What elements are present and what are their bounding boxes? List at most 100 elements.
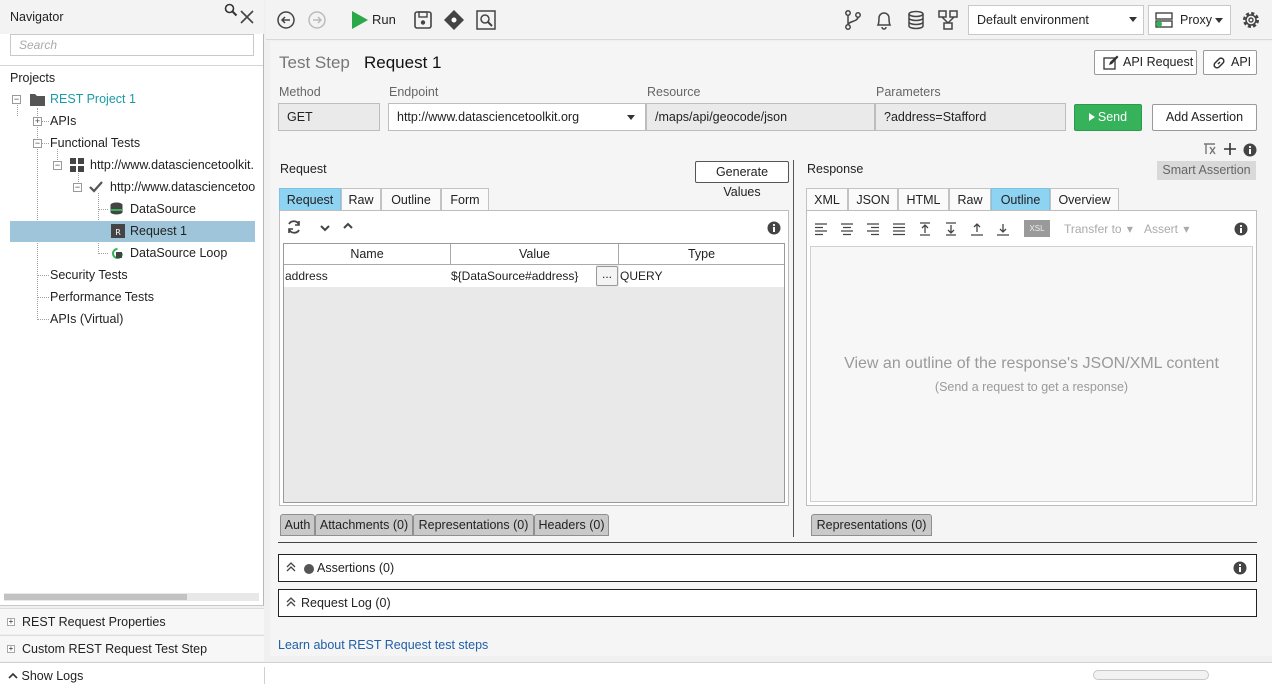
tab-request[interactable]: Request (279, 188, 341, 211)
param-name-cell[interactable]: address (284, 265, 451, 287)
param-value-ellipsis-button[interactable]: ... (596, 266, 618, 286)
param-type-cell[interactable]: QUERY (619, 265, 784, 287)
learn-more-link[interactable]: Learn about REST Request test steps (278, 638, 488, 652)
collapse-toggle[interactable]: − (73, 183, 82, 192)
bell-icon[interactable] (873, 9, 895, 31)
tab-outline[interactable]: Outline (381, 188, 441, 211)
tab-form[interactable]: Form (441, 188, 489, 211)
info-icon[interactable] (1243, 143, 1257, 157)
run-button-label[interactable]: Run (372, 12, 396, 27)
proxy-button[interactable]: Proxy (1148, 5, 1231, 35)
assert-dropdown[interactable]: Assert ▾ (1144, 222, 1189, 236)
navigator-search[interactable] (10, 34, 254, 56)
expand-icon[interactable] (286, 555, 296, 581)
expand-all-icon[interactable] (917, 221, 933, 237)
tree-item-test-suite[interactable]: − http://www.datasciencetoolkit. (50, 155, 260, 176)
refresh-icon[interactable] (286, 219, 302, 235)
tab-auth[interactable]: Auth (280, 514, 315, 536)
tree-item-apis-virtual[interactable]: APIs (Virtual) (50, 309, 250, 330)
chevron-up-icon[interactable] (342, 221, 354, 231)
assertions-panel[interactable]: Assertions (0) (278, 554, 1257, 582)
align-center-icon[interactable] (839, 221, 855, 237)
param-value-cell[interactable]: ${DataSource#address} (451, 265, 596, 287)
move-down-icon[interactable] (995, 221, 1011, 237)
justify-icon[interactable] (891, 221, 907, 237)
tab-raw[interactable]: Raw (341, 188, 381, 211)
smart-assertion-button[interactable]: Smart Assertion (1157, 161, 1256, 180)
tab-representations[interactable]: Representations (0) (413, 514, 534, 536)
add-assertion-button[interactable]: Add Assertion (1152, 104, 1257, 131)
plus-icon[interactable] (1224, 143, 1236, 155)
align-left-icon[interactable] (813, 221, 829, 237)
collapse-toggle[interactable]: − (12, 95, 21, 104)
tab-headers[interactable]: Headers (0) (534, 514, 609, 536)
environment-select[interactable]: Default environment (968, 5, 1144, 35)
save-icon[interactable] (412, 9, 434, 31)
branch-icon[interactable] (842, 9, 864, 31)
close-icon[interactable] (238, 8, 256, 26)
collapse-all-icon[interactable] (943, 221, 959, 237)
back-icon[interactable] (275, 9, 297, 31)
tree-item-security-tests[interactable]: Security Tests (50, 265, 250, 286)
tree-item-datasource-loop[interactable]: DataSource Loop (110, 243, 255, 264)
assertion-tool-icon[interactable] (1203, 143, 1216, 155)
info-icon[interactable] (1234, 222, 1248, 236)
tree-item-request-1[interactable]: R Request 1 (10, 221, 255, 242)
chevron-down-icon[interactable] (627, 115, 635, 120)
parameters-field[interactable]: ?address=Stafford (875, 103, 1066, 131)
tab-raw[interactable]: Raw (949, 188, 991, 211)
tree-item-datasource[interactable]: DataSource (110, 199, 255, 220)
move-up-icon[interactable] (969, 221, 985, 237)
tree-item-functional-tests[interactable]: − Functional Tests (30, 133, 250, 154)
endpoint-field[interactable]: http://www.datasciencetoolkit.org (388, 103, 646, 131)
tree-item-test-case[interactable]: − http://www.datasciencetoo (70, 177, 260, 198)
network-icon[interactable] (937, 9, 959, 31)
splitter[interactable] (793, 160, 794, 537)
tab-outline[interactable]: Outline (991, 188, 1050, 211)
gear-icon[interactable] (1240, 9, 1262, 31)
align-right-icon[interactable] (865, 221, 881, 237)
collapse-toggle[interactable]: − (33, 139, 42, 148)
search-input[interactable] (11, 35, 221, 55)
transfer-to-dropdown[interactable]: Transfer to ▾ (1064, 222, 1133, 236)
expand-icon[interactable] (286, 590, 296, 616)
api-button[interactable]: API (1203, 50, 1257, 75)
xsl-button[interactable]: XSL (1024, 220, 1050, 237)
send-button[interactable]: Send (1074, 104, 1142, 131)
rest-request-properties-section[interactable]: + REST Request Properties (0, 608, 264, 634)
column-header-type[interactable]: Type (619, 244, 784, 265)
resource-field[interactable]: /maps/api/geocode/json (646, 103, 875, 131)
api-request-button[interactable]: API Request (1094, 50, 1197, 75)
tab-json[interactable]: JSON (848, 188, 898, 211)
tab-overview[interactable]: Overview (1050, 188, 1119, 211)
inspect-icon[interactable] (475, 9, 497, 31)
method-field[interactable]: GET (278, 103, 380, 131)
expand-toggle[interactable]: + (7, 618, 15, 626)
expand-toggle[interactable]: + (7, 645, 15, 653)
collapse-toggle[interactable]: − (53, 161, 62, 170)
show-logs-button[interactable]: Show Logs (8, 669, 83, 683)
info-icon[interactable] (1233, 561, 1247, 575)
tree-item-performance-tests[interactable]: Performance Tests (50, 287, 250, 308)
tab-xml[interactable]: XML (806, 188, 848, 211)
tree-item-apis[interactable]: + APIs (30, 111, 250, 132)
generate-values-button[interactable]: Generate Values (695, 161, 789, 199)
chevron-down-icon[interactable] (319, 223, 331, 233)
info-icon[interactable] (767, 221, 781, 235)
request-log-panel[interactable]: Request Log (0) (278, 589, 1257, 617)
diamond-icon[interactable] (443, 9, 465, 31)
tab-representations[interactable]: Representations (0) (811, 514, 932, 536)
column-header-name[interactable]: Name (284, 244, 451, 265)
scrollbar-thumb[interactable] (4, 594, 187, 600)
search-icon[interactable] (224, 3, 238, 17)
column-header-value[interactable]: Value (451, 244, 619, 265)
play-icon[interactable] (349, 9, 371, 31)
database-icon[interactable] (905, 9, 927, 31)
tree-item-rest-project[interactable]: − REST Project 1 (10, 89, 260, 110)
custom-properties-section[interactable]: + Custom REST Request Test Step Properti… (0, 635, 264, 682)
tab-attachments[interactable]: Attachments (0) (315, 514, 413, 536)
expand-toggle[interactable]: + (33, 117, 42, 126)
tab-html[interactable]: HTML (898, 188, 949, 211)
forward-icon[interactable] (306, 9, 328, 31)
chevron-down-icon[interactable] (1129, 17, 1137, 22)
